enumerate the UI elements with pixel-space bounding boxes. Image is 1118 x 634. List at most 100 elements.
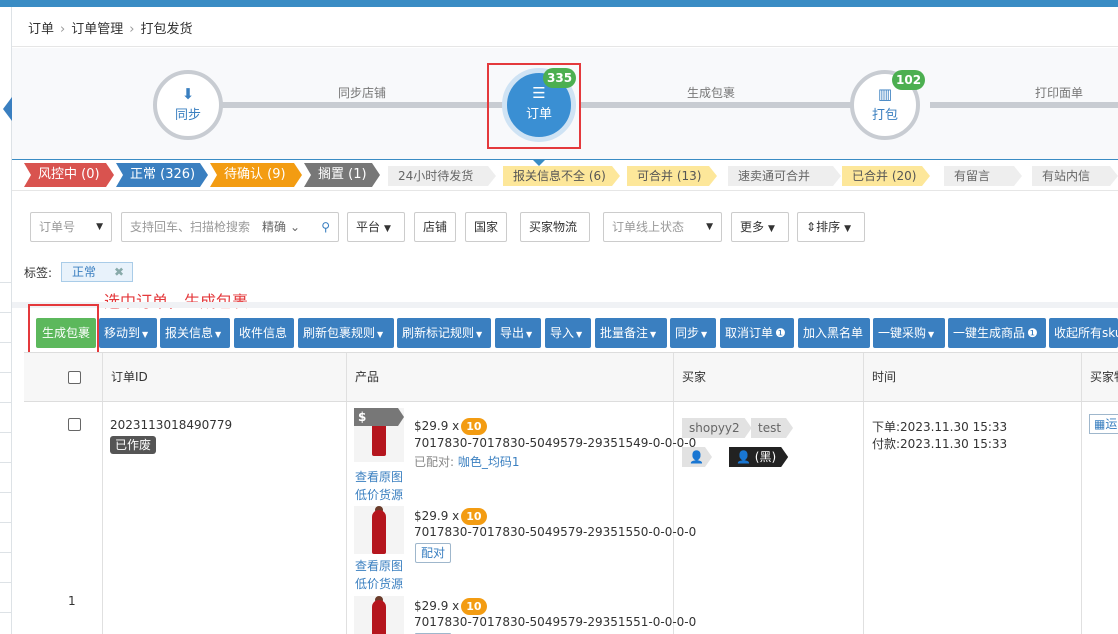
table-header: 订单ID 产品 买家 时间 买家物流 — [24, 352, 1118, 402]
view-image-link[interactable]: 查看原图 — [355, 557, 403, 574]
label-tag-normal[interactable]: 正常 ✖ — [61, 262, 133, 282]
order-id: 2023113018490779 — [110, 418, 233, 432]
header-order-id: 订单ID — [102, 353, 346, 401]
caret-down-icon: ▼ — [706, 222, 713, 232]
breadcrumb-order-management[interactable]: 订单管理 — [71, 22, 123, 37]
tab-pending-confirm[interactable]: 待确认 (9) — [210, 163, 302, 187]
search-icon[interactable]: ⚲ — [321, 213, 330, 241]
search-input[interactable]: 支持回车、扫描枪搜索 精确 ⌄ ⚲ — [121, 212, 339, 242]
buyer-tag: 👤 — [682, 447, 712, 467]
total-price-badge: $ 1096 — [354, 408, 404, 426]
subtab-customs-incomplete[interactable]: 报关信息不全 (6) — [503, 166, 620, 186]
status-badge: 已作废 — [110, 436, 157, 454]
product-image[interactable] — [354, 506, 404, 554]
step-sync[interactable]: ⬇ 同步 — [153, 70, 223, 140]
qty-badge: 10 — [461, 508, 487, 525]
subtab-has-message[interactable]: 有留言 (0) — [944, 166, 1022, 186]
sync-button[interactable]: 同步 ▼ — [670, 318, 716, 348]
matched-info: 已配对: 咖色_均码1 — [414, 455, 520, 469]
batch-remark-button[interactable]: 批量备注 ▼ — [595, 318, 667, 348]
product-image[interactable]: $ 1096 — [354, 408, 404, 462]
product-price: $29.9 x 10 — [414, 418, 487, 435]
blacklist-tag: 👤 (黑) — [729, 447, 788, 467]
import-button[interactable]: 导入 ▼ — [545, 318, 591, 348]
table-row: 1 2023113018490779 已作废 $ 1096 $29.9 x10 … — [24, 402, 1118, 634]
subtab-mergeable[interactable]: 可合并 (13) — [627, 166, 717, 186]
platform-dropdown[interactable]: 平台 ▼ — [347, 212, 405, 242]
collapse-all-sku-button[interactable]: 收起所有sku — [1049, 318, 1118, 348]
product-image[interactable] — [354, 596, 404, 634]
pair-button[interactable]: 配对 — [415, 543, 452, 563]
tab-normal[interactable]: 正常 (326) — [116, 163, 208, 187]
refresh-mark-rules-button[interactable]: 刷新标记规则 ▼ — [397, 318, 491, 348]
info-icon: ❶ — [1027, 326, 1038, 340]
caret-down-icon: ▼ — [650, 330, 657, 339]
subtab-aliexpress-mergeable[interactable]: 速卖通可合并 (0) — [728, 166, 841, 186]
caret-down-icon: ▼ — [215, 330, 222, 339]
step-track — [222, 102, 512, 108]
add-blacklist-button[interactable]: 加入黑名单 — [798, 318, 870, 348]
refresh-package-rules-button[interactable]: 刷新包裹规则 ▼ — [298, 318, 394, 348]
download-icon: ⬇ — [181, 85, 195, 103]
qty-badge: 10 — [461, 598, 487, 615]
export-button[interactable]: 导出 ▼ — [495, 318, 541, 348]
qty-badge: 10 — [461, 418, 487, 435]
step-track — [580, 102, 860, 108]
row-index: 1 — [68, 594, 76, 608]
breadcrumb-pack-ship: 打包发货 — [140, 22, 193, 37]
user-icon: 👤 — [689, 450, 704, 464]
step-link-create-package[interactable]: 生成包裹 — [687, 84, 735, 101]
subtab-has-inbox[interactable]: 有站内信 (0) — [1032, 166, 1118, 186]
header-buyer-logistics: 买家物流 — [1081, 353, 1118, 401]
workflow-steps: 同步店铺 生成包裹 打印面单 ⬇ 同步 ☰ 订单 335 ▥ 打包 102 — [12, 48, 1118, 166]
left-sidebar-strip — [0, 7, 12, 634]
select-all-checkbox[interactable] — [68, 371, 81, 384]
order-no-select[interactable]: 订单号 ▼ — [30, 212, 112, 242]
sidebar-toggle-icon[interactable] — [3, 97, 12, 121]
low-price-link[interactable]: 低价货源 — [355, 575, 403, 592]
sort-dropdown[interactable]: ⇕排序 ▼ — [797, 212, 865, 242]
one-click-create-product-button[interactable]: 一键生成商品 ❶ — [948, 318, 1046, 348]
top-accent-bar — [0, 0, 1118, 7]
customs-info-button[interactable]: 报关信息 ▼ — [160, 318, 230, 348]
cancel-order-button[interactable]: 取消订单 ❶ — [720, 318, 794, 348]
move-to-button[interactable]: 移动到 ▼ — [99, 318, 157, 348]
header-time: 时间 — [863, 353, 1081, 401]
caret-down-icon: ▼ — [476, 330, 483, 339]
close-icon[interactable]: ✖ — [114, 263, 124, 281]
subtab-merged[interactable]: 已合并 (20) — [842, 166, 930, 186]
tab-risk-control[interactable]: 风控中 (0) — [24, 163, 114, 187]
main-content: 订单 › 订单管理 › 打包发货 同步店铺 生成包裹 打印面单 ⬇ 同步 ☰ 订单 33… — [12, 7, 1118, 634]
caret-down-icon: ▼ — [701, 330, 708, 339]
chevron-down-icon: ⌄ — [290, 220, 301, 234]
matched-link[interactable]: 咖色_均码1 — [458, 455, 520, 469]
breadcrumb-orders[interactable]: 订单 — [28, 22, 54, 37]
online-status-select[interactable]: 订单线上状态 ▼ — [603, 212, 722, 242]
more-dropdown[interactable]: 更多 ▼ — [731, 212, 789, 242]
step-link-print-label[interactable]: 打印面单 — [1035, 84, 1083, 101]
step-link-sync-shop[interactable]: 同步店铺 — [338, 84, 386, 101]
country-button[interactable]: 国家 — [465, 212, 507, 242]
active-step-pointer — [532, 159, 546, 166]
caret-down-icon: ▼ — [928, 330, 935, 339]
step-track — [930, 102, 1118, 108]
calculator-icon: ▦ — [1094, 417, 1106, 431]
subtab-24h-ship[interactable]: 24小时待发货 (0) — [388, 166, 496, 186]
buyer-logistics-button[interactable]: 买家物流 — [520, 212, 590, 242]
shop-button[interactable]: 店铺 — [414, 212, 456, 242]
caret-down-icon: ▼ — [384, 224, 391, 234]
caret-down-icon: ▼ — [142, 330, 149, 339]
shipping-fee-button[interactable]: ▦运费 — [1089, 414, 1118, 434]
product-sku: 7017830-7017830-5049579-29351551-0-0-0-0 — [414, 615, 697, 629]
product-sku: 7017830-7017830-5049579-29351549-0-0-0-0 — [414, 436, 697, 450]
filter-bar: 订单号 ▼ 支持回车、扫描枪搜索 精确 ⌄ ⚲ 平台 ▼ 店铺 国家 买家物流 订单线上状… — [12, 190, 1118, 246]
label-row: 标签: 正常 ✖ — [24, 262, 133, 284]
recipient-info-button[interactable]: 收件信息 — [234, 318, 294, 348]
view-image-link[interactable]: 查看原图 — [355, 468, 403, 485]
caret-down-icon: ▼ — [576, 330, 583, 339]
tab-on-hold[interactable]: 搁置 (1) — [304, 163, 380, 187]
highlight-box — [487, 63, 581, 149]
low-price-link[interactable]: 低价货源 — [355, 486, 403, 503]
row-checkbox[interactable] — [68, 418, 81, 431]
one-click-purchase-button[interactable]: 一键采购 ▼ — [873, 318, 945, 348]
